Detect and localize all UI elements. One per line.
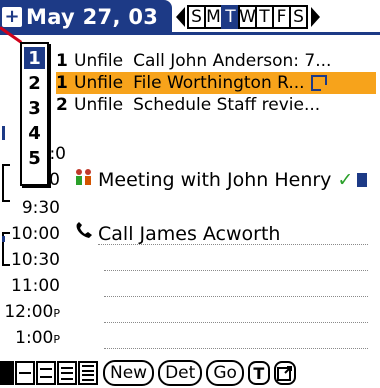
todo-item[interactable]: 2 Unfile Schedule Staff revie...	[56, 94, 376, 116]
scroll-indicator	[2, 236, 5, 242]
todo-item[interactable]: 1 Unfile Call John Anderson: 7...	[56, 50, 376, 72]
event-title[interactable]: Call James Acworth	[98, 223, 280, 245]
priority-option-5[interactable]: 5	[24, 147, 45, 169]
event-call[interactable]: Call James Acworth	[74, 222, 280, 245]
date-title[interactable]: May 27, 03	[26, 5, 158, 29]
todo-priority[interactable]: 2	[56, 95, 70, 115]
time-label: 11:00	[11, 276, 60, 296]
todo-button[interactable]: T	[247, 361, 270, 385]
time-slot[interactable]: 1:00P	[0, 328, 380, 352]
todo-item-selected[interactable]: 1 Unfile File Worthington R...	[56, 72, 376, 94]
time-text: 12:00	[4, 302, 54, 322]
note-icon[interactable]	[357, 172, 368, 187]
time-label: 10:30	[11, 250, 60, 270]
todo-text[interactable]: Schedule Staff revie...	[133, 95, 320, 115]
pm-marker: P	[53, 333, 60, 346]
time-slot[interactable]: 10:00 Call James Acworth	[0, 222, 380, 266]
note-button[interactable]	[273, 361, 296, 385]
time-text: 1:00	[15, 328, 54, 348]
time-slot[interactable]: 9:30	[0, 198, 380, 222]
todo-category[interactable]: Unfile	[74, 73, 123, 93]
bottom-toolbar: New Det Go T	[0, 358, 380, 388]
event-meeting[interactable]: Meeting with John Henry ✓	[74, 168, 368, 191]
divider-line	[104, 296, 368, 297]
priority-popup: 1 2 3 4 5	[20, 42, 49, 186]
todo-list: 1 Unfile Call John Anderson: 7... 1 Unfi…	[56, 50, 376, 116]
details-button[interactable]: Det	[158, 360, 203, 386]
priority-option-4[interactable]: 4	[24, 122, 45, 144]
plus-box-icon[interactable]: +	[2, 7, 22, 27]
note-icon[interactable]	[310, 75, 327, 91]
agenda-view-icon[interactable]	[78, 361, 98, 385]
time-label: 1:00P	[0, 328, 60, 348]
time-label: 9:30	[21, 198, 60, 218]
todo-category[interactable]: Unfile	[74, 51, 123, 71]
checkmark-icon: ✓	[337, 168, 354, 191]
title-rule	[0, 32, 380, 35]
time-slot[interactable]: 10:30	[0, 250, 380, 274]
title-bar: + May 27, 03 S M T W T F S	[0, 0, 380, 35]
list-view-icon[interactable]	[57, 361, 77, 385]
todo-category[interactable]: Unfile	[74, 95, 123, 115]
time-slot[interactable]: 9:00 Meeting with John Henry ✓	[0, 164, 380, 202]
divider-line	[104, 270, 368, 271]
event-bracket	[2, 164, 10, 202]
week-selector: S M T W T F S	[176, 4, 320, 30]
phone-icon	[74, 222, 94, 245]
todo-text[interactable]: Call John Anderson: 7...	[133, 51, 331, 71]
people-icon	[74, 168, 94, 191]
note-arrow-icon	[276, 366, 292, 381]
divider-line	[98, 244, 368, 245]
go-button[interactable]: Go	[206, 360, 244, 386]
priority-option-3[interactable]: 3	[24, 97, 45, 119]
priority-option-1[interactable]: 1	[24, 47, 45, 69]
todo-priority[interactable]: 1	[56, 51, 70, 71]
new-button[interactable]: New	[103, 360, 155, 386]
month-view-icon[interactable]	[36, 361, 56, 385]
event-title[interactable]: Meeting with John Henry	[98, 169, 331, 191]
todo-text[interactable]: File Worthington R...	[133, 73, 304, 93]
day-button-sat[interactable]: S	[289, 5, 308, 29]
divider-line	[104, 322, 368, 323]
divider-line	[104, 348, 368, 349]
scroll-indicator	[2, 126, 5, 140]
time-label: 12:00P	[0, 302, 60, 322]
right-triangle-icon[interactable]	[311, 7, 320, 27]
pm-marker: P	[53, 307, 60, 320]
time-slot[interactable]: 11:00	[0, 276, 380, 300]
week-view-icon[interactable]	[15, 361, 35, 385]
day-view-icon[interactable]	[0, 361, 14, 385]
todo-priority[interactable]: 1	[56, 73, 70, 93]
title-tab[interactable]: + May 27, 03	[0, 0, 172, 34]
priority-option-2[interactable]: 2	[24, 72, 45, 94]
time-slot[interactable]: 12:00P	[0, 302, 380, 326]
left-triangle-icon[interactable]	[176, 7, 185, 27]
